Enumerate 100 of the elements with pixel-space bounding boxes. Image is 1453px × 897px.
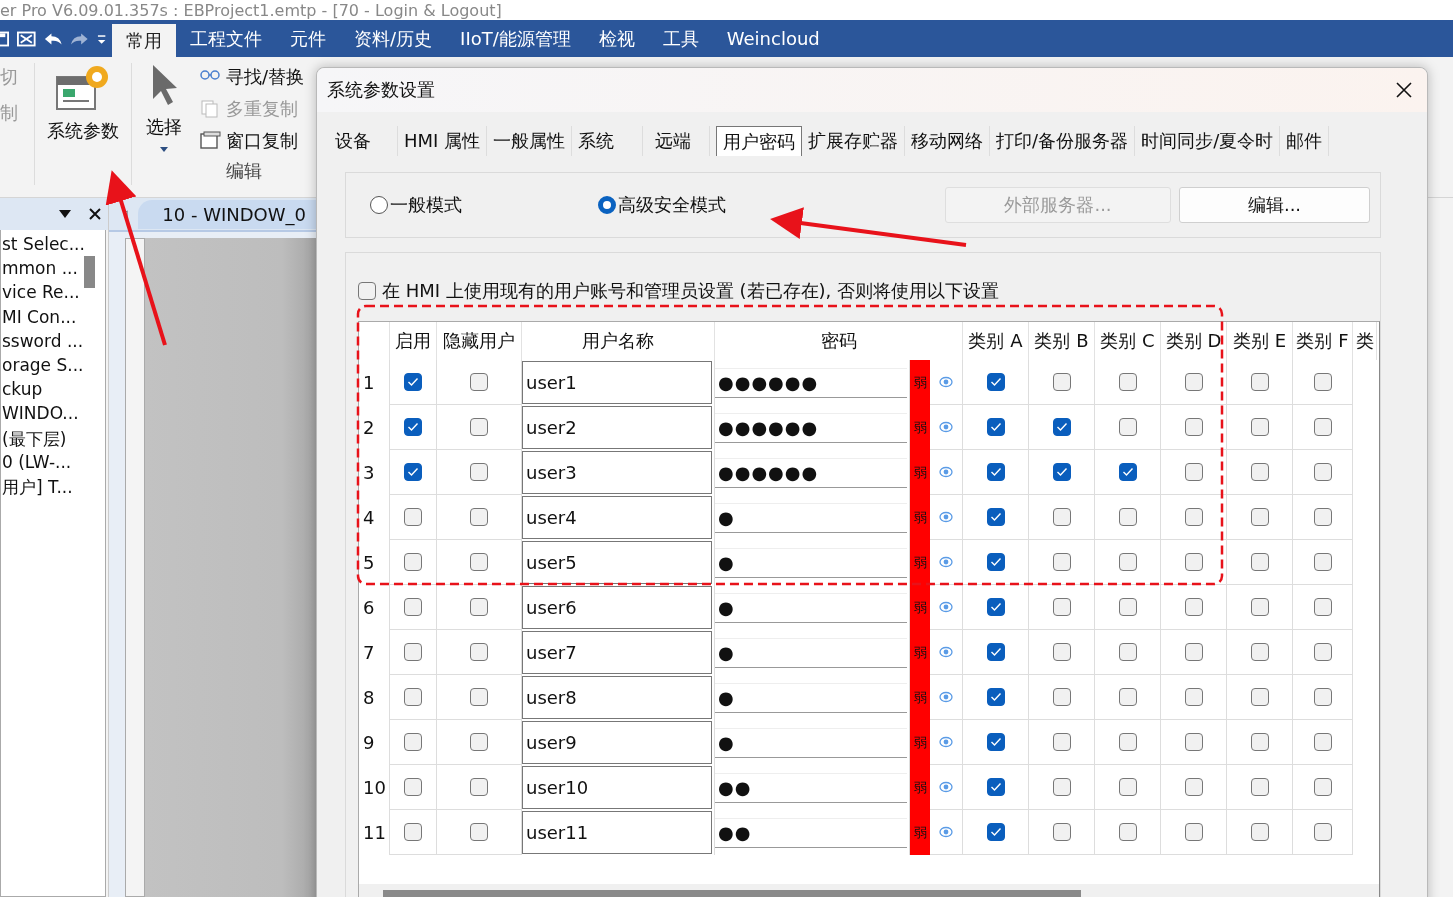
- password-field[interactable]: ●: [715, 502, 907, 533]
- eye-icon[interactable]: [939, 691, 953, 703]
- checkbox[interactable]: [1118, 598, 1137, 616]
- password-field[interactable]: ●●: [715, 817, 907, 848]
- checkbox[interactable]: [1250, 688, 1269, 706]
- checkbox[interactable]: [470, 778, 488, 796]
- checkbox[interactable]: [1313, 418, 1332, 436]
- tab[interactable]: 设备: [329, 126, 398, 156]
- checkbox[interactable]: [1118, 733, 1137, 751]
- input-field[interactable]: user4: [522, 496, 712, 539]
- input-field[interactable]: user3: [522, 451, 712, 494]
- close-icon[interactable]: [1395, 81, 1413, 99]
- checkbox[interactable]: [1052, 508, 1071, 526]
- eye-icon[interactable]: [939, 511, 953, 523]
- eye-icon[interactable]: [939, 826, 953, 838]
- checkbox[interactable]: [1184, 778, 1203, 796]
- eye-icon[interactable]: [939, 781, 953, 793]
- checkbox[interactable]: [1250, 373, 1269, 391]
- checkbox[interactable]: [1250, 418, 1269, 436]
- input-field[interactable]: user7: [522, 631, 712, 674]
- checkbox[interactable]: [1118, 688, 1137, 706]
- checkbox[interactable]: [1118, 778, 1137, 796]
- checkbox[interactable]: [1052, 418, 1071, 436]
- checkbox[interactable]: [1184, 823, 1203, 841]
- tab[interactable]: 用户密码: [716, 126, 803, 156]
- ribbon-item[interactable]: 窗口复制: [200, 129, 305, 153]
- close-icon[interactable]: [88, 207, 102, 221]
- checkbox[interactable]: [986, 688, 1005, 706]
- checkbox[interactable]: [1052, 598, 1071, 616]
- checkbox[interactable]: [1052, 643, 1071, 661]
- checkbox[interactable]: [1313, 643, 1332, 661]
- checkbox[interactable]: [1052, 733, 1071, 751]
- editor-tab[interactable]: 10 - WINDOW_0: [138, 199, 316, 229]
- checkbox[interactable]: [1313, 778, 1332, 796]
- mail-icon[interactable]: [17, 29, 36, 48]
- select-button[interactable]: 选择: [132, 57, 196, 197]
- checkbox[interactable]: [1118, 553, 1137, 571]
- tab[interactable]: 系统: [572, 126, 644, 156]
- checkbox[interactable]: [1118, 508, 1137, 526]
- ribbon-tab[interactable]: IIoT/能源管理: [446, 20, 585, 57]
- checkbox[interactable]: [1250, 733, 1269, 751]
- checkbox[interactable]: [986, 778, 1005, 796]
- password-field[interactable]: ●●●●●●: [715, 457, 907, 488]
- ribbon-tab[interactable]: Weincloud: [712, 20, 834, 57]
- checkbox[interactable]: [986, 598, 1005, 616]
- checkbox[interactable]: [986, 508, 1005, 526]
- input-field[interactable]: user6: [522, 586, 712, 629]
- tree-item[interactable]: mmon ...: [1, 258, 78, 283]
- tree-item[interactable]: st Selec...: [1, 234, 84, 259]
- tab[interactable]: 一般属性: [487, 126, 573, 156]
- checkbox[interactable]: [1118, 463, 1137, 481]
- checkbox[interactable]: [986, 463, 1005, 481]
- checkbox[interactable]: [1184, 553, 1203, 571]
- password-field[interactable]: ●: [715, 547, 907, 578]
- checkbox[interactable]: [1118, 418, 1137, 436]
- ribbon-tab[interactable]: 元件: [276, 20, 340, 57]
- eye-icon[interactable]: [939, 421, 953, 433]
- checkbox[interactable]: [404, 508, 422, 526]
- checkbox[interactable]: [1184, 463, 1203, 481]
- checkbox[interactable]: [1052, 688, 1071, 706]
- tab[interactable]: 打印/备份服务器: [990, 126, 1136, 156]
- checkbox[interactable]: [470, 553, 488, 571]
- eye-icon[interactable]: [939, 556, 953, 568]
- radio-option[interactable]: 高级安全模式: [598, 193, 726, 217]
- input-field[interactable]: user10: [522, 766, 712, 809]
- checkbox[interactable]: [1250, 643, 1269, 661]
- checkbox[interactable]: [986, 823, 1005, 841]
- checkbox[interactable]: [1313, 463, 1332, 481]
- checkbox[interactable]: [470, 373, 488, 391]
- password-field[interactable]: ●: [715, 637, 907, 668]
- checkbox[interactable]: [1313, 733, 1332, 751]
- tab[interactable]: 时间同步/夏令时: [1135, 126, 1281, 156]
- checkbox[interactable]: [1250, 508, 1269, 526]
- checkbox[interactable]: [1184, 598, 1203, 616]
- checkbox[interactable]: [1250, 778, 1269, 796]
- input-field[interactable]: user2: [522, 406, 712, 449]
- dropdown-icon[interactable]: [58, 209, 72, 219]
- checkbox[interactable]: [1313, 598, 1332, 616]
- checkbox[interactable]: [1052, 553, 1071, 571]
- password-field[interactable]: ●: [715, 682, 907, 713]
- checkbox[interactable]: [1313, 508, 1332, 526]
- tab[interactable]: HMI 属性: [398, 126, 488, 156]
- checkbox[interactable]: [986, 418, 1005, 436]
- system-parameters-button[interactable]: 系统参数: [35, 57, 131, 197]
- checkbox[interactable]: [404, 463, 422, 481]
- ribbon-tab[interactable]: 常用: [112, 24, 176, 57]
- eye-icon[interactable]: [939, 646, 953, 658]
- checkbox-option[interactable]: 在 HMI 上使用现有的用户账号和管理员设置 (若已存在), 否则将使用以下设置: [358, 279, 1380, 303]
- checkbox[interactable]: [404, 373, 422, 391]
- ribbon-tab[interactable]: 工程文件: [176, 20, 276, 57]
- checkbox[interactable]: [404, 643, 422, 661]
- checkbox[interactable]: [1313, 553, 1332, 571]
- password-field[interactable]: ●●●●●●: [715, 367, 907, 398]
- checkbox[interactable]: [1250, 598, 1269, 616]
- checkbox[interactable]: [1250, 823, 1269, 841]
- eye-icon[interactable]: [939, 736, 953, 748]
- tab[interactable]: 扩展存贮器: [802, 126, 906, 156]
- save-icon[interactable]: [0, 30, 9, 47]
- checkbox[interactable]: [986, 733, 1005, 751]
- checkbox[interactable]: [404, 823, 422, 841]
